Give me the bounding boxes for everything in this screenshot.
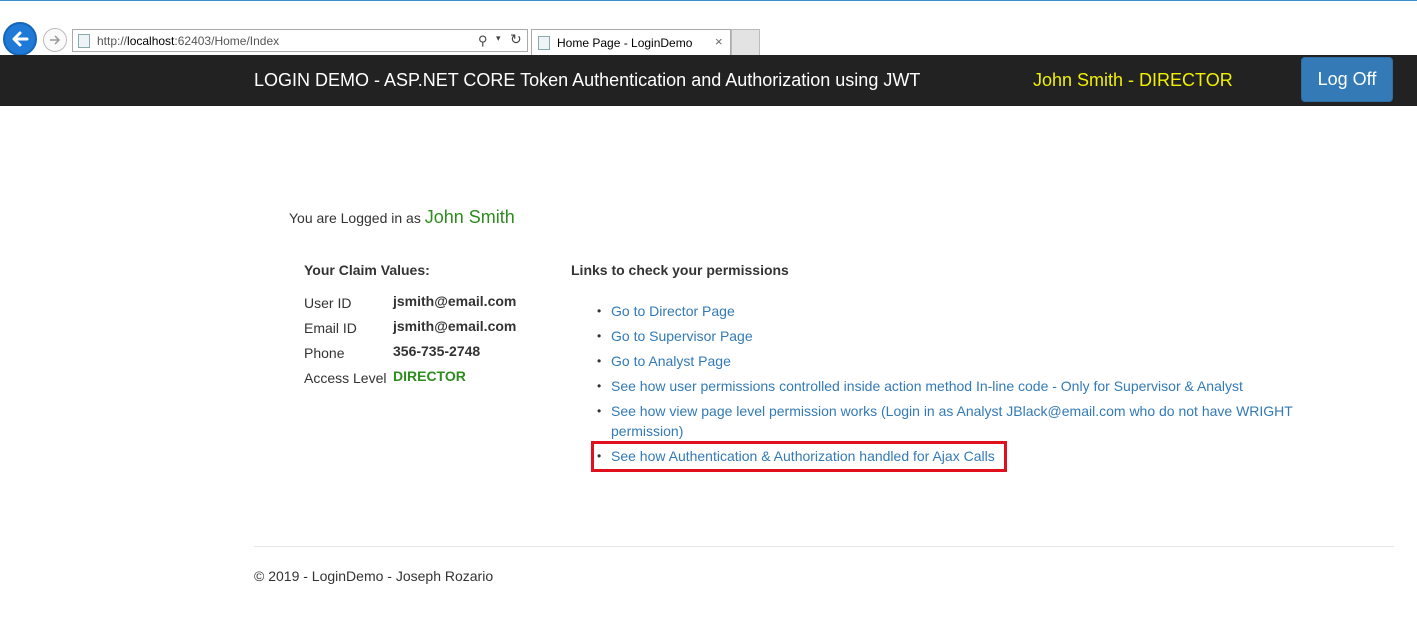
- brand-title[interactable]: LOGIN DEMO - ASP.NET CORE Token Authenti…: [254, 70, 920, 91]
- page-icon: [538, 36, 550, 50]
- logged-in-name: John Smith: [424, 207, 515, 227]
- page-icon: [78, 34, 90, 48]
- link-inline-permissions[interactable]: See how user permissions controlled insi…: [611, 378, 1243, 394]
- new-tab-button[interactable]: [731, 29, 760, 56]
- close-icon[interactable]: ×: [715, 34, 723, 49]
- browser-chrome: http://localhost:62403/Home/Index ⚲ ▾ ↻ …: [0, 0, 1417, 56]
- claim-row-email-id: Email ID jsmith@email.com: [304, 318, 544, 342]
- address-url: http://localhost:62403/Home/Index: [97, 34, 280, 48]
- link-supervisor-page[interactable]: Go to Supervisor Page: [611, 328, 753, 344]
- claim-value: jsmith@email.com: [393, 318, 517, 334]
- claim-key: Phone: [304, 345, 345, 361]
- links-title: Links to check your permissions: [571, 262, 789, 278]
- claim-value: jsmith@email.com: [393, 293, 517, 309]
- link-view-page-permission[interactable]: See how view page level permission works…: [611, 403, 1293, 439]
- logged-in-message: You are Logged in as John Smith: [289, 207, 515, 228]
- forward-button[interactable]: [43, 28, 67, 52]
- back-button[interactable]: [3, 22, 37, 56]
- refresh-icon[interactable]: ↻: [510, 31, 522, 48]
- navbar: LOGIN DEMO - ASP.NET CORE Token Authenti…: [0, 55, 1417, 106]
- browser-tab[interactable]: Home Page - LoginDemo ×: [531, 29, 731, 56]
- chevron-down-icon[interactable]: ▾: [496, 33, 501, 44]
- link-analyst-page[interactable]: Go to Analyst Page: [611, 353, 731, 369]
- search-icon[interactable]: ⚲: [478, 33, 488, 49]
- claims-title: Your Claim Values:: [304, 262, 430, 278]
- claim-row-access-level: Access Level DIRECTOR: [304, 368, 544, 392]
- highlight-box: [591, 441, 1007, 472]
- user-role-label: John Smith - DIRECTOR: [1033, 70, 1233, 90]
- list-item: See how view page level permission works…: [597, 401, 1317, 441]
- footer-text: © 2019 - LoginDemo - Joseph Rozario: [254, 568, 494, 584]
- log-off-button[interactable]: Log Off: [1301, 57, 1393, 102]
- list-item: Go to Analyst Page: [597, 351, 1317, 371]
- link-director-page[interactable]: Go to Director Page: [611, 303, 735, 319]
- address-bar[interactable]: http://localhost:62403/Home/Index ⚲ ▾ ↻: [72, 29, 528, 52]
- claim-row-phone: Phone 356-735-2748: [304, 343, 544, 367]
- arrow-left-icon: [12, 31, 29, 47]
- claim-row-user-id: User ID jsmith@email.com: [304, 293, 544, 317]
- divider: [254, 546, 1394, 547]
- logged-in-prefix: You are Logged in as: [289, 210, 421, 226]
- list-item: See how user permissions controlled insi…: [597, 376, 1317, 396]
- claim-value-access-level: DIRECTOR: [393, 368, 466, 384]
- list-item: Go to Supervisor Page: [597, 326, 1317, 346]
- tab-title: Home Page - LoginDemo: [557, 36, 693, 50]
- claim-value: 356-735-2748: [393, 343, 481, 359]
- claim-key: Access Level: [304, 370, 387, 386]
- claim-key: Email ID: [304, 320, 357, 336]
- claim-key: User ID: [304, 295, 352, 311]
- list-item: Go to Director Page: [597, 301, 1317, 321]
- arrow-right-icon: [50, 35, 61, 45]
